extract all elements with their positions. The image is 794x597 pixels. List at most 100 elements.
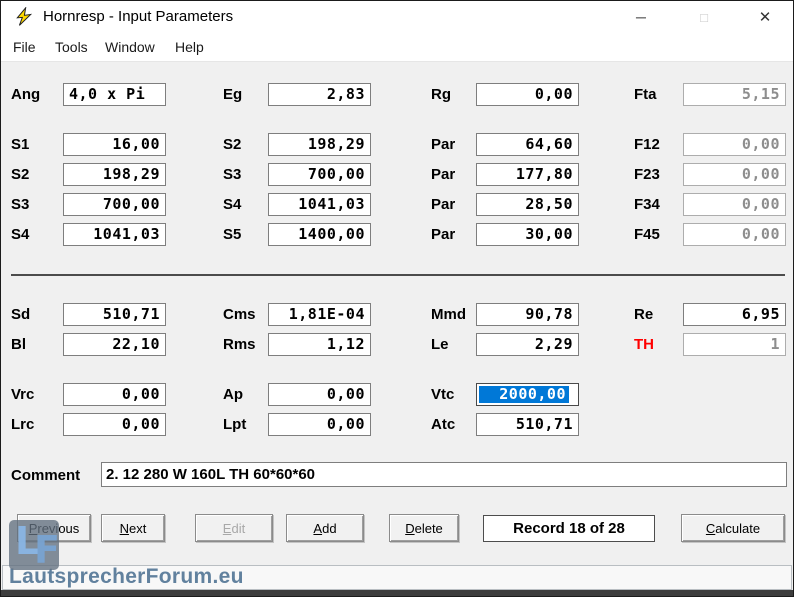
- window-bottom-edge: [1, 590, 793, 597]
- window-header: Hornresp - Input Parameters ─ □ ✕ File T…: [1, 1, 793, 62]
- label-bl: Bl: [11, 333, 26, 356]
- field-vrc[interactable]: 0,00: [63, 383, 166, 406]
- field-mmd[interactable]: 90,78: [476, 303, 579, 326]
- label-par3: Par: [431, 193, 455, 216]
- field-f34: 0,00: [683, 193, 786, 216]
- field-par1[interactable]: 64,60: [476, 133, 579, 156]
- label-sd: Sd: [11, 303, 30, 326]
- field-rms[interactable]: 1,12: [268, 333, 371, 356]
- label-s3: S3: [11, 193, 29, 216]
- field-lrc[interactable]: 0,00: [63, 413, 166, 436]
- label-fta: Fta: [634, 83, 657, 106]
- field-s5[interactable]: 1400,00: [268, 223, 371, 246]
- field-s1[interactable]: 16,00: [63, 133, 166, 156]
- menu-help[interactable]: Help: [173, 34, 206, 60]
- field-f45: 0,00: [683, 223, 786, 246]
- label-par2: Par: [431, 163, 455, 186]
- field-f23: 0,00: [683, 163, 786, 186]
- field-vtc-selection: 2000,00: [479, 386, 569, 403]
- field-s3[interactable]: 700,00: [63, 193, 166, 216]
- field-lpt[interactable]: 0,00: [268, 413, 371, 436]
- label-lrc: Lrc: [11, 413, 34, 436]
- lightning-bolt-icon: [14, 7, 34, 27]
- add-button[interactable]: Add: [286, 514, 364, 542]
- label-th: TH: [634, 333, 654, 356]
- field-fta: 5,15: [683, 83, 786, 106]
- menu-window[interactable]: Window: [103, 34, 157, 60]
- label-f23: F23: [634, 163, 660, 186]
- comment-field[interactable]: 2. 12 280 W 160L TH 60*60*60: [101, 462, 787, 487]
- label-atc: Atc: [431, 413, 455, 436]
- field-par2[interactable]: 177,80: [476, 163, 579, 186]
- field-par3[interactable]: 28,50: [476, 193, 579, 216]
- minimize-button[interactable]: ─: [618, 1, 664, 33]
- label-rms: Rms: [223, 333, 256, 356]
- field-th: 1: [683, 333, 786, 356]
- maximize-icon: □: [700, 10, 708, 25]
- label-rg: Rg: [431, 83, 451, 106]
- label-ap: Ap: [223, 383, 243, 406]
- field-f12: 0,00: [683, 133, 786, 156]
- record-indicator: Record 18 of 28: [483, 515, 655, 542]
- lautsprecherforum-logo: L F: [9, 520, 59, 570]
- window-title: Hornresp - Input Parameters: [43, 1, 233, 33]
- label-le: Le: [431, 333, 449, 356]
- close-icon: ✕: [759, 8, 772, 26]
- field-s2[interactable]: 198,29: [63, 163, 166, 186]
- logo-letter-f: F: [34, 531, 60, 569]
- label-s2a: S2: [223, 133, 241, 156]
- hornresp-window: Hornresp - Input Parameters ─ □ ✕ File T…: [0, 0, 794, 597]
- label-s3a: S3: [223, 163, 241, 186]
- watermark-bar: LautsprecherForum.eu: [2, 565, 792, 590]
- field-s4a[interactable]: 1041,03: [268, 193, 371, 216]
- label-s2: S2: [11, 163, 29, 186]
- delete-button[interactable]: Delete: [389, 514, 459, 542]
- add-button-label: Add: [313, 521, 336, 536]
- edit-button: Edit: [195, 514, 273, 542]
- label-par4: Par: [431, 223, 455, 246]
- label-ang: Ang: [11, 83, 40, 106]
- label-f45: F45: [634, 223, 660, 246]
- label-s4: S4: [11, 223, 29, 246]
- field-s3a[interactable]: 700,00: [268, 163, 371, 186]
- label-mmd: Mmd: [431, 303, 466, 326]
- calculate-button-label: Calculate: [706, 521, 760, 536]
- label-f34: F34: [634, 193, 660, 216]
- label-vtc: Vtc: [431, 383, 454, 406]
- field-par4[interactable]: 30,00: [476, 223, 579, 246]
- delete-button-label: Delete: [405, 521, 443, 536]
- title-bar: Hornresp - Input Parameters ─ □ ✕: [1, 1, 793, 33]
- field-vtc-selected[interactable]: 2000,00: [476, 383, 579, 406]
- field-cms[interactable]: 1,81E-04: [268, 303, 371, 326]
- field-s2a[interactable]: 198,29: [268, 133, 371, 156]
- label-comment: Comment: [11, 464, 80, 487]
- label-vrc: Vrc: [11, 383, 34, 406]
- calculate-button[interactable]: Calculate: [681, 514, 785, 542]
- next-button-label: Next: [120, 521, 147, 536]
- field-le[interactable]: 2,29: [476, 333, 579, 356]
- menu-file[interactable]: File: [11, 34, 38, 60]
- field-bl[interactable]: 22,10: [63, 333, 166, 356]
- field-eg[interactable]: 2,83: [268, 83, 371, 106]
- label-par1: Par: [431, 133, 455, 156]
- section-divider: [11, 274, 785, 276]
- maximize-button[interactable]: □: [681, 1, 727, 33]
- field-ap[interactable]: 0,00: [268, 383, 371, 406]
- field-sd[interactable]: 510,71: [63, 303, 166, 326]
- field-atc[interactable]: 510,71: [476, 413, 579, 436]
- field-s4[interactable]: 1041,03: [63, 223, 166, 246]
- menu-tools[interactable]: Tools: [53, 34, 90, 60]
- label-lpt: Lpt: [223, 413, 246, 436]
- label-s1: S1: [11, 133, 29, 156]
- next-button[interactable]: Next: [101, 514, 165, 542]
- field-re[interactable]: 6,95: [683, 303, 786, 326]
- label-cms: Cms: [223, 303, 256, 326]
- field-ang[interactable]: 4,0 x Pi: [63, 83, 166, 106]
- label-eg: Eg: [223, 83, 242, 106]
- label-re: Re: [634, 303, 653, 326]
- field-rg[interactable]: 0,00: [476, 83, 579, 106]
- label-s5: S5: [223, 223, 241, 246]
- label-s4a: S4: [223, 193, 241, 216]
- edit-button-label: Edit: [223, 521, 245, 536]
- close-button[interactable]: ✕: [742, 1, 788, 33]
